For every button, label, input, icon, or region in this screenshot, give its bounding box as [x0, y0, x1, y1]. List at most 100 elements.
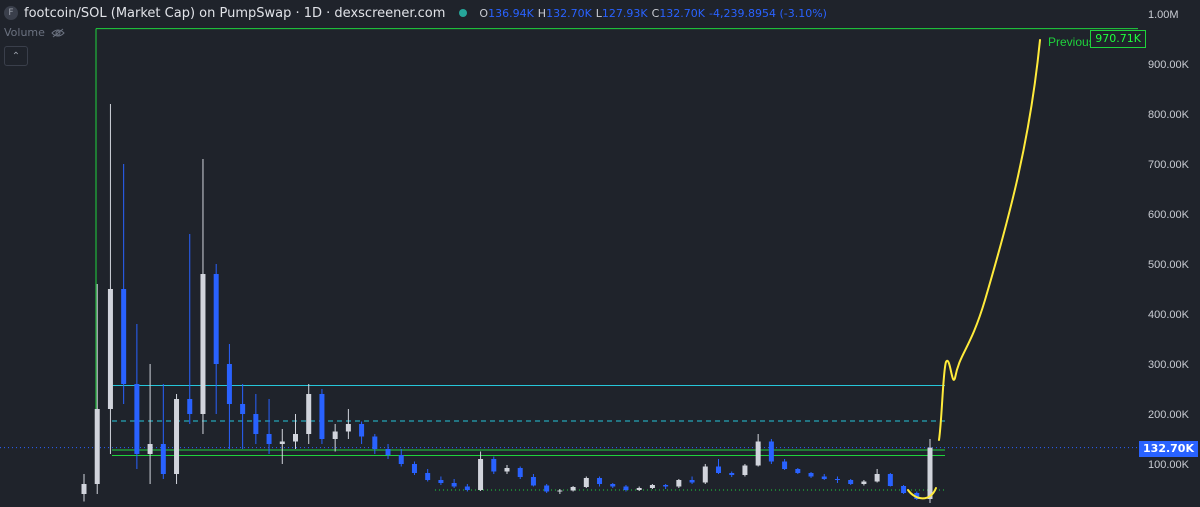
- candle: [649, 484, 655, 489]
- candle: [491, 456, 497, 474]
- candle-body: [213, 274, 219, 364]
- current-price-label: 132.70K: [1139, 441, 1198, 457]
- candle: [848, 479, 854, 485]
- candle: [887, 473, 893, 487]
- y-tick-label: 700.00K: [1148, 159, 1190, 171]
- candle-body: [94, 409, 100, 484]
- candle: [610, 483, 616, 488]
- candle-body: [451, 483, 457, 487]
- candle-body: [398, 455, 404, 464]
- candle: [504, 465, 510, 474]
- open-key: O: [479, 6, 489, 20]
- candle-body: [755, 441, 761, 466]
- candle: [557, 489, 563, 494]
- candle: [200, 159, 206, 434]
- candle-body: [147, 444, 153, 454]
- candle: [530, 474, 536, 487]
- candle: [94, 284, 100, 494]
- candle-body: [742, 465, 748, 475]
- eye-off-icon[interactable]: [51, 28, 65, 38]
- candle: [464, 484, 470, 492]
- low-value: 127.93K: [601, 6, 648, 20]
- candle: [544, 484, 550, 493]
- candle: [742, 464, 748, 477]
- candle: [623, 485, 629, 492]
- chevron-up-icon: ⌃: [11, 50, 21, 62]
- candle: [147, 364, 153, 484]
- candle-body: [359, 424, 365, 437]
- ath-value-label: 970.71K: [1090, 30, 1146, 48]
- candle-body: [768, 441, 774, 462]
- high-value: 132.70K: [546, 6, 592, 20]
- candle-body: [861, 481, 867, 484]
- candle: [716, 459, 721, 474]
- candle-body: [874, 474, 880, 482]
- y-tick-label: 200.00K: [1148, 409, 1190, 421]
- candle-body: [782, 461, 788, 469]
- candle-body: [729, 473, 735, 475]
- candle: [160, 384, 166, 479]
- candle: [372, 434, 378, 454]
- candle: [821, 474, 827, 480]
- candle-body: [570, 487, 576, 491]
- candle-body: [438, 480, 444, 483]
- candle-body: [821, 476, 827, 479]
- candle: [782, 459, 788, 470]
- y-tick-label: 800.00K: [1148, 109, 1190, 121]
- candle-body: [530, 477, 536, 486]
- candle-body: [649, 485, 655, 488]
- projection-curve: [938, 39, 1041, 441]
- coin-icon: F: [4, 6, 18, 20]
- y-tick-label: 1.00M: [1148, 9, 1179, 21]
- candle-body: [319, 394, 325, 439]
- candle-body: [716, 466, 721, 473]
- volume-toggle[interactable]: Volume: [4, 26, 65, 39]
- candles: [81, 104, 933, 503]
- candle-body: [279, 441, 285, 444]
- candle-body: [901, 486, 907, 493]
- candle-body: [478, 459, 484, 490]
- chart-header: F footcoin/SOL (Market Cap) on PumpSwap …: [0, 4, 827, 22]
- candle-body: [597, 478, 603, 484]
- change-value: -4,239.8954 (-3.10%): [709, 6, 827, 20]
- candle-body: [174, 399, 180, 474]
- candle: [213, 264, 219, 414]
- candle: [755, 434, 761, 467]
- candle: [240, 384, 246, 449]
- candle: [306, 384, 312, 444]
- candle: [266, 399, 272, 454]
- candle-body: [504, 468, 510, 472]
- candle: [226, 344, 232, 449]
- candle: [134, 324, 140, 469]
- candle: [795, 468, 801, 474]
- candle-body: [411, 464, 417, 473]
- candle: [597, 476, 603, 487]
- candle-body: [81, 484, 87, 494]
- candle-body: [385, 449, 391, 455]
- candle-body: [702, 466, 708, 483]
- candle-body: [107, 289, 113, 409]
- candle: [808, 472, 814, 478]
- candle: [517, 466, 523, 479]
- candle: [359, 421, 365, 444]
- collapse-button[interactable]: ⌃: [4, 46, 28, 66]
- candle-body: [332, 431, 338, 439]
- candle-body: [187, 399, 193, 414]
- candle: [293, 414, 298, 449]
- candle-body: [887, 474, 893, 486]
- candle-body: [293, 434, 298, 442]
- y-tick-label: 100.00K: [1148, 459, 1190, 471]
- candle-body: [160, 444, 166, 474]
- candle: [253, 394, 259, 444]
- candle: [385, 444, 391, 459]
- candle: [174, 394, 180, 484]
- candle-body: [240, 404, 246, 414]
- high-key: H: [537, 6, 547, 20]
- ohlc-readout: O136.94K H132.70K L127.93K C132.70K -4,2…: [479, 7, 827, 20]
- candle: [636, 486, 642, 491]
- candle-body: [200, 274, 206, 414]
- candle: [583, 476, 589, 488]
- candle-body: [306, 394, 312, 434]
- candle-body: [517, 468, 523, 477]
- candlestick-chart[interactable]: Previous ATH 1.00M 900.00K 800.00K 700.00K 6…: [0, 0, 1200, 507]
